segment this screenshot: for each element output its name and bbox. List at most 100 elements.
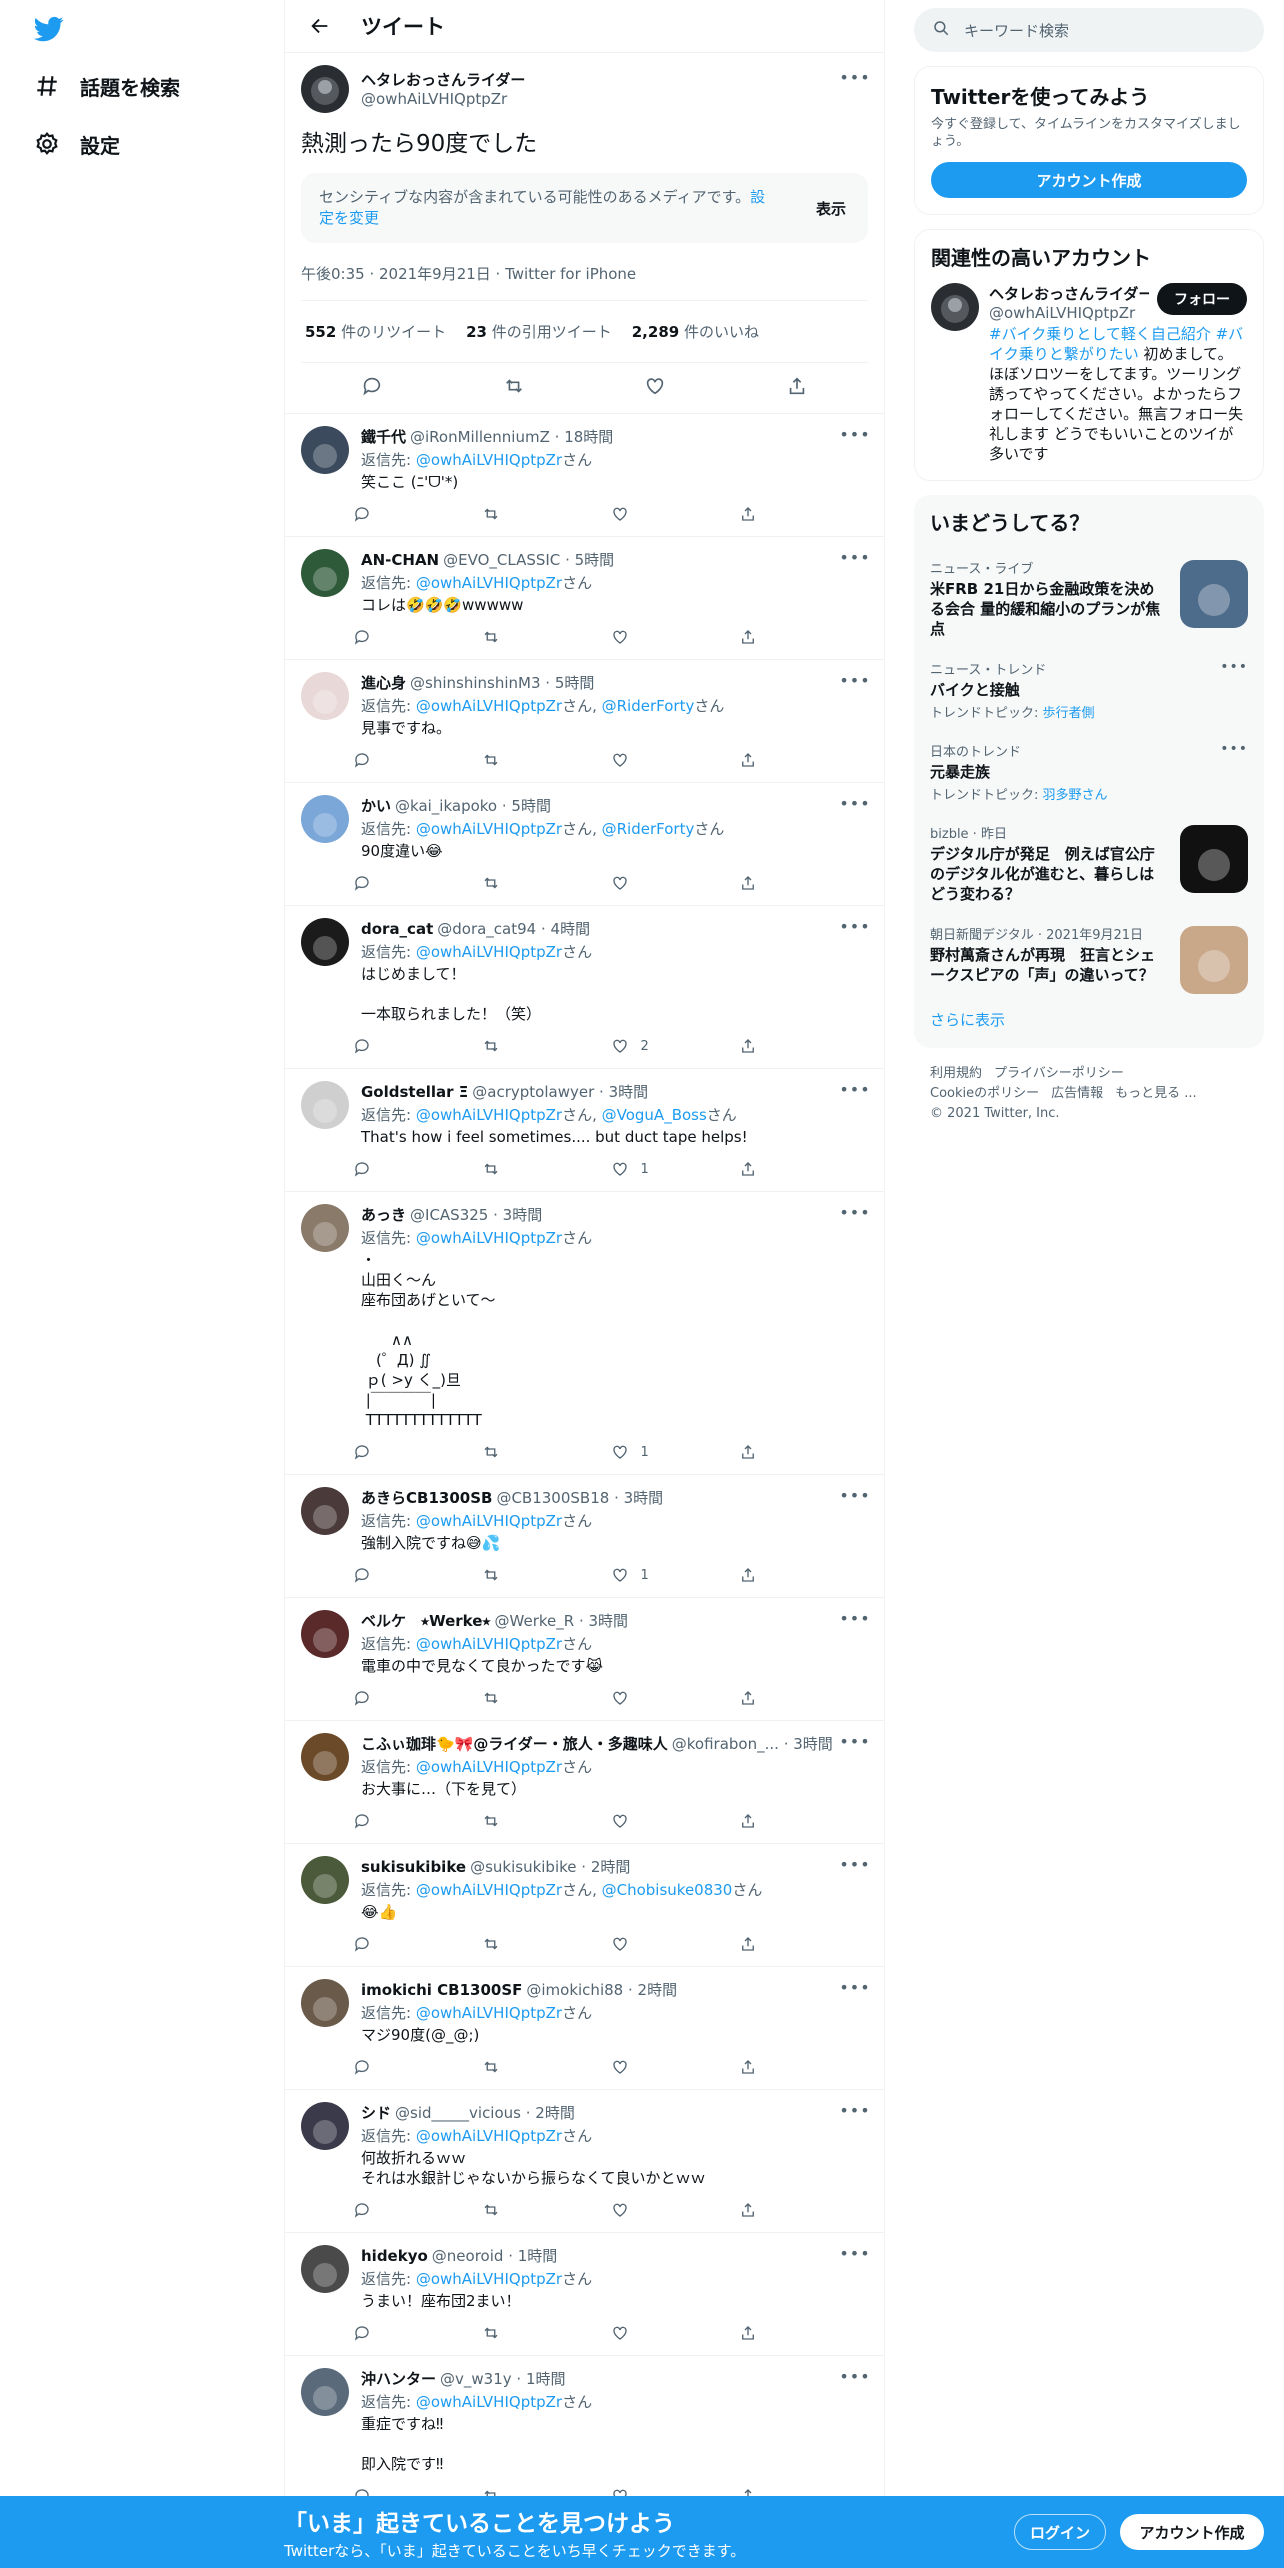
avatar[interactable] [931,283,979,331]
mention-link[interactable]: @owhAiLVHIQptpZr [416,2270,562,2288]
reply-icon[interactable] [353,751,482,769]
reply-icon[interactable] [353,2201,482,2219]
ads-info-link[interactable]: 広告情報 [1051,1086,1103,1101]
more-options-icon[interactable]: ••• [839,2243,869,2263]
share-icon[interactable] [739,2324,868,2342]
show-media-button[interactable]: 表示 [816,198,846,219]
share-icon[interactable] [739,1160,868,1178]
mention-link[interactable]: @owhAiLVHIQptpZr [416,1229,562,1247]
reply-time[interactable]: · 1時間 [508,2245,557,2266]
reply-tweet[interactable]: hidekyo @neoroid · 1時間 返信先: @owhAiLVHIQpt… [285,2233,884,2356]
more-options-icon[interactable]: ••• [839,424,869,444]
reply-tweet[interactable]: Goldstellar Ξ @acryptolawyer · 3時間 返信先: @… [285,1069,884,1192]
share-icon[interactable] [739,628,868,646]
more-options-icon[interactable]: ••• [839,793,869,813]
related-name[interactable]: ヘタレおっさんライダー [989,283,1149,304]
reply-icon[interactable] [353,2058,482,2076]
share-icon[interactable] [739,505,868,523]
reply-icon[interactable] [353,1443,482,1461]
reply-author-name[interactable]: imokichi CB1300SF [361,1981,522,1999]
reply-icon[interactable] [353,2324,482,2342]
mention-link[interactable]: @owhAiLVHIQptpZr [416,1758,562,1776]
reply-author-name[interactable]: こふぃ珈琲🐤🎀@ライダー・旅人・多趣味人 [361,1733,668,1754]
like-icon[interactable] [611,628,740,646]
retweet-icon[interactable] [503,375,525,401]
avatar[interactable] [301,1204,349,1252]
reply-time[interactable]: · 18時間 [555,426,614,447]
avatar[interactable] [301,2368,349,2416]
retweet-icon[interactable] [482,505,611,523]
mention-link[interactable]: @owhAiLVHIQptpZr [416,697,562,715]
back-arrow-icon[interactable] [303,9,337,43]
avatar[interactable] [301,795,349,843]
like-icon[interactable] [611,505,740,523]
avatar[interactable] [301,1733,349,1781]
reply-author-handle[interactable]: @v_w31y [440,2370,512,2388]
nav-settings[interactable]: 設定 [30,120,120,168]
reply-author-name[interactable]: sukisukibike [361,1858,466,1876]
retweet-count-link[interactable]: 552 件のリツイート [305,321,446,342]
more-options-icon[interactable]: ••• [839,1485,869,1505]
reply-author-name[interactable]: かい [361,795,391,816]
reply-tweet[interactable]: あっき @ICAS325 · 3時間 返信先: @owhAiLVHIQptpZrさ… [285,1192,884,1475]
avatar[interactable] [301,1081,349,1129]
mention-link[interactable]: @owhAiLVHIQptpZr [416,820,562,838]
mention-link[interactable]: @owhAiLVHIQptpZr [416,2004,562,2022]
share-icon[interactable] [739,1037,868,1055]
reply-author-name[interactable]: あっき [361,1204,406,1225]
retweet-icon[interactable] [482,2201,611,2219]
avatar[interactable] [301,1856,349,1904]
retweet-icon[interactable] [482,1689,611,1707]
reply-tweet[interactable]: 沖ハンター @v_w31y · 1時間 返信先: @owhAiLVHIQptpZr… [285,2356,884,2519]
like-icon[interactable] [644,375,666,401]
mention-link[interactable]: @owhAiLVHIQptpZr [416,1881,562,1899]
reply-time[interactable]: · 5時間 [565,549,614,570]
reply-tweet[interactable]: imokichi CB1300SF @imokichi88 · 2時間 返信先: … [285,1967,884,2090]
retweet-icon[interactable] [482,874,611,892]
mention-link[interactable]: @owhAiLVHIQptpZr [416,2127,562,2145]
more-options-icon[interactable]: ••• [839,2366,869,2386]
reply-tweet[interactable]: 進心身 @shinshinshinM3 · 5時間 返信先: @owhAiLVHI… [285,660,884,783]
more-options-icon[interactable]: ••• [1220,659,1248,675]
reply-author-handle[interactable]: @kofirabon_... [672,1735,779,1753]
reply-author-name[interactable]: 鐵千代 [361,426,406,447]
like-icon[interactable]: 1 [611,1566,740,1584]
share-icon[interactable] [739,874,868,892]
mention-link[interactable]: @owhAiLVHIQptpZr [416,943,562,961]
create-account-button[interactable]: アカウント作成 [931,162,1247,198]
reply-tweet[interactable]: あきらCB1300SB @CB1300SB18 · 3時間 返信先: @owhAi… [285,1475,884,1598]
retweet-icon[interactable] [482,751,611,769]
avatar[interactable] [301,1487,349,1535]
reply-icon[interactable] [353,505,482,523]
reply-author-handle[interactable]: @acryptolawyer [472,1083,594,1101]
like-icon[interactable] [611,1812,740,1830]
retweet-icon[interactable] [482,1443,611,1461]
reply-icon[interactable] [353,1160,482,1178]
more-options-icon[interactable]: ••• [839,916,869,936]
reply-author-handle[interactable]: @iRonMillenniumZ [410,428,550,446]
reply-icon[interactable] [353,1689,482,1707]
reply-author-handle[interactable]: @neoroid [432,2247,504,2265]
reply-author-name[interactable]: hidekyo [361,2247,428,2265]
reply-tweet[interactable]: sukisukibike @sukisukibike · 2時間 返信先: @ow… [285,1844,884,1967]
reply-time[interactable]: · 2時間 [526,2102,575,2123]
mention-link[interactable]: @owhAiLVHIQptpZr [416,1635,562,1653]
retweet-icon[interactable] [482,628,611,646]
reply-icon[interactable] [353,1037,482,1055]
signup-button[interactable]: アカウント作成 [1120,2514,1264,2550]
follow-button[interactable]: フォロー [1157,283,1247,315]
mention-link[interactable]: @Chobisuke0830 [602,1881,733,1899]
author-name[interactable]: ヘタレおっさんライダー [361,69,525,90]
avatar[interactable] [301,2102,349,2150]
reply-time[interactable]: · 3時間 [493,1204,542,1225]
reply-author-name[interactable]: dora_cat [361,920,433,938]
reply-author-handle[interactable]: @imokichi88 [526,1981,623,1999]
reply-author-name[interactable]: AN-CHAN [361,551,439,569]
more-options-icon[interactable]: ••• [839,1202,869,1222]
reply-author-handle[interactable]: @ICAS325 [410,1206,488,1224]
more-options-icon[interactable]: ••• [839,1731,869,1751]
avatar[interactable] [301,1610,349,1658]
reply-author-name[interactable]: あきらCB1300SB [361,1487,492,1508]
more-options-icon[interactable]: ••• [839,547,869,567]
mention-link[interactable]: @owhAiLVHIQptpZr [416,1106,562,1124]
